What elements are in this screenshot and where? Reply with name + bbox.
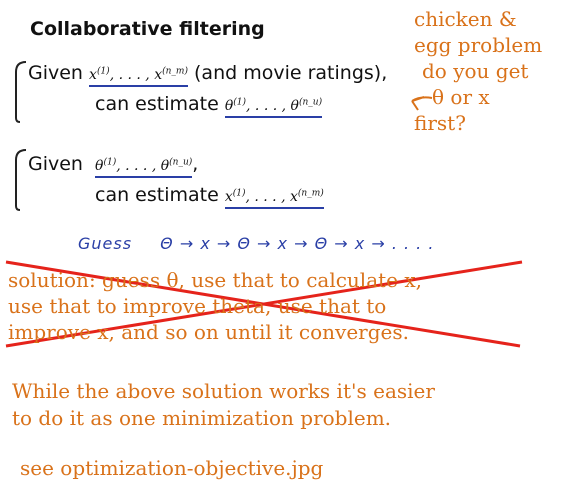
crossed-solution: solution: guess θ, use that to calculate… bbox=[8, 267, 422, 345]
solution-line: improve x, and so on until it converges. bbox=[8, 320, 409, 344]
paragraph-line: While the above solution works it's easi… bbox=[12, 379, 435, 403]
minimization-note: While the above solution works it's easi… bbox=[12, 378, 435, 432]
see-reference: see optimization-objective.jpg bbox=[20, 456, 324, 480]
solution-line: use that to improve theta, use that to bbox=[8, 294, 387, 318]
arrow-mark bbox=[411, 96, 433, 111]
handwritten-sequence: Guess Θ → x → Θ → x → Θ → x → . . . . bbox=[78, 234, 434, 253]
solution-line: solution: guess θ, use that to calculate… bbox=[8, 268, 422, 292]
bracket-block2 bbox=[15, 149, 27, 211]
paragraph-line: to do it as one minimization problem. bbox=[12, 406, 392, 430]
guess-label: Guess bbox=[78, 234, 133, 253]
sequence-text: Θ → x → Θ → x → Θ → x → . . . . bbox=[160, 234, 435, 253]
bracket-block1 bbox=[15, 61, 27, 123]
